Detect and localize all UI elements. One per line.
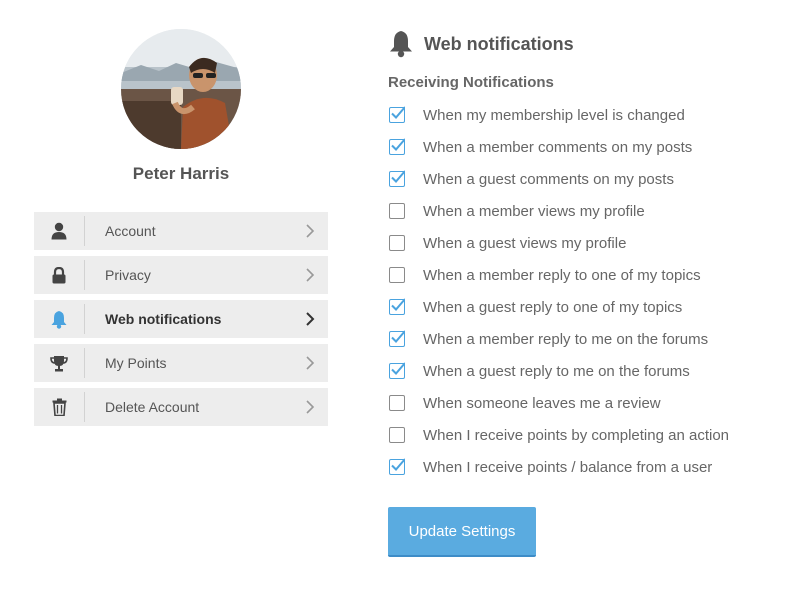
option-label: When a guest views my profile [423,234,627,252]
checkbox-checked[interactable] [389,362,405,379]
option-label: When someone leaves me a review [423,394,661,412]
menu-item-delete-account[interactable]: Delete Account [34,388,328,426]
option-label: When a member reply to me on the forums [423,330,709,348]
notification-option[interactable]: When a guest reply to me on the forums [388,355,729,387]
notification-option[interactable]: When a member reply to me on the forums [388,323,729,355]
menu-item-label: My Points [105,355,167,371]
menu-item-label: Web notifications [105,311,222,327]
section-title: Web notifications [424,33,574,54]
menu-item-label: Delete Account [105,399,200,415]
menu-item-privacy[interactable]: Privacy [34,256,328,294]
menu-item-my-points[interactable]: My Points [34,344,328,382]
notification-option[interactable]: When my membership level is changed [388,99,729,131]
checkbox-checked[interactable] [389,298,405,315]
checkbox-unchecked[interactable] [389,203,405,219]
option-label: When a member comments on my posts [423,138,693,156]
chevron-right-icon [306,268,315,282]
menu-item-web-notifications[interactable]: Web notifications [34,300,328,338]
user-name: Peter Harris [132,164,230,183]
notification-option[interactable]: When someone leaves me a review [388,387,729,419]
divider [84,216,85,246]
option-label: When a guest comments on my posts [423,170,674,188]
account-menu: Account Privacy Web notifications My Poi… [34,212,328,432]
notification-option[interactable]: When a guest views my profile [388,227,729,259]
chevron-right-icon [306,312,315,326]
user-icon [34,212,84,250]
update-settings-button[interactable]: Update Settings [388,507,536,557]
notification-option[interactable]: When a member views my profile [388,195,729,227]
divider [84,260,85,290]
checkbox-checked[interactable] [389,138,405,155]
receiving-notifications-heading: Receiving Notifications [388,74,554,91]
option-label: When my membership level is changed [423,106,685,124]
checkbox-checked[interactable] [389,106,405,123]
notification-option[interactable]: When I receive points / balance from a u… [388,451,729,483]
chevron-right-icon [306,356,315,370]
bell-icon [34,300,84,338]
divider [84,348,85,378]
lock-icon [34,256,84,294]
trash-icon [34,388,84,426]
option-label: When I receive points by completing an a… [423,426,729,444]
checkbox-unchecked[interactable] [389,427,405,443]
checkbox-unchecked[interactable] [389,235,405,251]
checkbox-checked[interactable] [389,330,405,347]
notification-option[interactable]: When a guest reply to one of my topics [388,291,729,323]
option-label: When a guest reply to me on the forums [423,362,690,380]
option-label: When I receive points / balance from a u… [423,458,713,476]
checkbox-checked[interactable] [389,458,405,475]
divider [84,304,85,334]
chevron-right-icon [306,224,315,238]
bell-icon [390,31,412,58]
menu-item-account[interactable]: Account [34,212,328,250]
notification-option[interactable]: When I receive points by completing an a… [388,419,729,451]
trophy-icon [34,344,84,382]
notification-option[interactable]: When a member reply to one of my topics [388,259,729,291]
menu-item-label: Account [105,223,156,239]
checkbox-unchecked[interactable] [389,395,405,411]
notification-option[interactable]: When a member comments on my posts [388,131,729,163]
checkbox-checked[interactable] [389,170,405,187]
option-label: When a guest reply to one of my topics [423,298,683,316]
chevron-right-icon [306,400,315,414]
notification-option[interactable]: When a guest comments on my posts [388,163,729,195]
option-label: When a member views my profile [423,202,645,220]
avatar [121,29,241,149]
option-label: When a member reply to one of my topics [423,266,701,284]
notification-options: When my membership level is changed When … [388,99,729,483]
section-header: Web notifications [388,30,574,58]
checkbox-unchecked[interactable] [389,267,405,283]
divider [84,392,85,422]
menu-item-label: Privacy [105,267,151,283]
